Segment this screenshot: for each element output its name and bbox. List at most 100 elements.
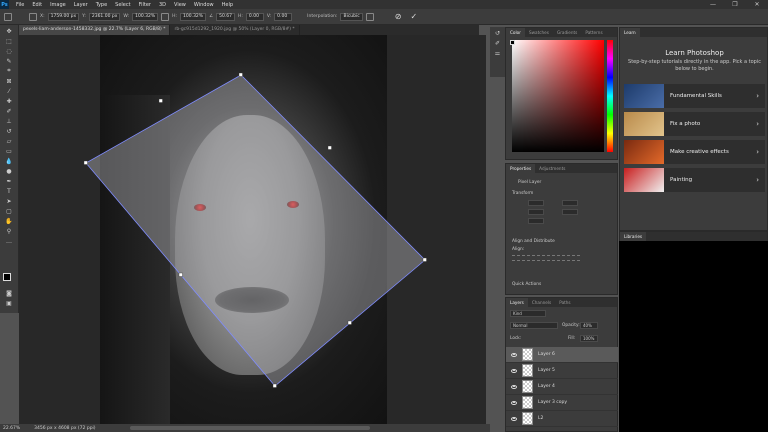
reference-point-icon[interactable] bbox=[29, 12, 37, 21]
move-tool-preset-icon[interactable] bbox=[4, 12, 12, 21]
zoom-level[interactable]: 22.67% bbox=[3, 426, 20, 431]
layer-row[interactable]: Layer 4 bbox=[506, 379, 618, 395]
learn-item-fundamental-skills[interactable]: Fundamental Skills › bbox=[624, 84, 765, 108]
layer-row[interactable]: Layer 5 bbox=[506, 363, 618, 379]
learn-item-fix-photo[interactable]: Fix a photo › bbox=[624, 112, 765, 136]
menu-edit[interactable]: Edit bbox=[28, 2, 46, 8]
angle-field[interactable]: 50.67 bbox=[216, 12, 236, 21]
eraser-icon[interactable]: ▱ bbox=[4, 137, 14, 145]
tab-properties[interactable]: Properties bbox=[506, 164, 536, 173]
healing-icon[interactable]: ✚ bbox=[4, 97, 14, 105]
hue-slider[interactable] bbox=[607, 40, 613, 152]
tab-gradients[interactable]: Gradients bbox=[553, 28, 581, 37]
tab-libraries[interactable]: Libraries bbox=[620, 232, 647, 241]
foreground-color-swatch[interactable] bbox=[3, 273, 11, 281]
horizontal-scrollbar[interactable] bbox=[130, 426, 370, 430]
tab-document-2[interactable]: rb-gc915d1292_1920.jpg @ 50% (Layer 0, R… bbox=[170, 25, 300, 35]
minimize-button[interactable]: — bbox=[702, 0, 724, 9]
transform-y-field[interactable] bbox=[562, 209, 578, 215]
move-icon[interactable]: ✥ bbox=[4, 27, 14, 35]
tab-swatches[interactable]: Swatches bbox=[525, 28, 553, 37]
menu-3d[interactable]: 3D bbox=[155, 2, 170, 8]
path-select-icon[interactable]: ➤ bbox=[4, 197, 14, 205]
vskew-field[interactable]: 0.00 bbox=[274, 12, 293, 21]
stamp-icon[interactable]: ⊥ bbox=[4, 117, 14, 125]
menu-window[interactable]: Window bbox=[190, 2, 218, 8]
eye-icon[interactable] bbox=[511, 416, 517, 421]
menu-image[interactable]: Image bbox=[46, 2, 70, 8]
eyedropper-icon[interactable]: ⁄ bbox=[4, 87, 14, 95]
maximize-button[interactable]: ❐ bbox=[724, 0, 746, 9]
menu-view[interactable]: View bbox=[170, 2, 190, 8]
menu-filter[interactable]: Filter bbox=[135, 2, 155, 8]
zoom-icon[interactable]: ⚲ bbox=[4, 227, 14, 235]
fg-color-chip[interactable] bbox=[510, 40, 515, 45]
marquee-icon[interactable]: ⬚ bbox=[4, 37, 14, 45]
quick-select-icon[interactable]: ✎ bbox=[4, 57, 14, 65]
history-icon[interactable]: ↺ bbox=[493, 29, 503, 37]
brush-icon[interactable]: ✐ bbox=[4, 107, 14, 115]
eye-icon[interactable] bbox=[511, 384, 517, 389]
layer-row[interactable]: L2 bbox=[506, 411, 618, 427]
quick-mask-icon[interactable]: ◙ bbox=[4, 289, 14, 297]
menu-file[interactable]: File bbox=[12, 2, 28, 8]
align-buttons[interactable] bbox=[512, 255, 580, 261]
tab-adjustments[interactable]: Adjustments bbox=[535, 164, 569, 173]
interpolation-select[interactable]: Bicubic bbox=[340, 12, 363, 21]
tab-patterns[interactable]: Patterns bbox=[581, 28, 606, 37]
learn-item-painting[interactable]: Painting › bbox=[624, 168, 765, 192]
shape-icon[interactable]: ▢ bbox=[4, 207, 14, 215]
pen-icon[interactable]: ✒ bbox=[4, 177, 14, 185]
learn-item-creative-effects[interactable]: Make creative effects › bbox=[624, 140, 765, 164]
gradient-icon[interactable]: ▭ bbox=[4, 147, 14, 155]
width-field[interactable]: 100.32% bbox=[132, 12, 159, 21]
blur-icon[interactable]: 💧 bbox=[4, 157, 14, 165]
align-heading[interactable]: Align and Distribute bbox=[512, 239, 555, 244]
tab-layers[interactable]: Layers bbox=[506, 298, 528, 307]
eye-icon[interactable] bbox=[511, 400, 517, 405]
type-icon[interactable]: T bbox=[4, 187, 14, 195]
menu-layer[interactable]: Layer bbox=[70, 2, 92, 8]
frame-icon[interactable]: ⊠ bbox=[4, 77, 14, 85]
brush-settings-icon[interactable]: ✐ bbox=[493, 39, 503, 47]
saturation-brightness-field[interactable] bbox=[512, 40, 604, 152]
transform-w-field[interactable] bbox=[528, 200, 544, 206]
transform-x-field[interactable] bbox=[528, 209, 544, 215]
tab-paths[interactable]: Paths bbox=[555, 298, 574, 307]
transform-bounding-box[interactable] bbox=[19, 35, 486, 424]
x-field[interactable]: 1759.00 px bbox=[47, 12, 80, 21]
tab-document-1[interactable]: pexels-liam-anderson-1458332.jpg @ 22.7%… bbox=[19, 25, 171, 35]
adjust-icon[interactable]: ⚌ bbox=[493, 49, 503, 57]
layer-row[interactable]: Layer 6 bbox=[506, 347, 618, 363]
menu-select[interactable]: Select bbox=[111, 2, 134, 8]
warp-icon[interactable] bbox=[365, 12, 374, 21]
close-button[interactable]: ✕ bbox=[746, 0, 768, 9]
cancel-transform-icon[interactable]: ⊘ bbox=[395, 12, 402, 21]
layer-filter-kind[interactable]: Kind bbox=[510, 310, 546, 317]
transform-angle-field[interactable] bbox=[528, 218, 544, 224]
commit-transform-icon[interactable]: ✓ bbox=[410, 12, 417, 21]
history-brush-icon[interactable]: ↺ bbox=[4, 127, 14, 135]
menu-help[interactable]: Help bbox=[218, 2, 237, 8]
lasso-icon[interactable]: ◌ bbox=[4, 47, 14, 55]
hskew-field[interactable]: 0.00 bbox=[245, 12, 264, 21]
eye-icon[interactable] bbox=[511, 352, 517, 357]
screen-mode-icon[interactable]: ▣ bbox=[4, 299, 14, 307]
more-tools-icon[interactable]: … bbox=[4, 237, 14, 245]
transform-heading[interactable]: Transform bbox=[512, 191, 533, 196]
link-icon[interactable] bbox=[161, 12, 170, 21]
canvas-area[interactable] bbox=[19, 35, 486, 424]
tab-channels[interactable]: Channels bbox=[528, 298, 555, 307]
height-field[interactable]: 100.32% bbox=[180, 12, 207, 21]
eye-icon[interactable] bbox=[511, 368, 517, 373]
y-field[interactable]: 2361.00 px bbox=[88, 12, 121, 21]
opacity-field[interactable]: 40% bbox=[580, 322, 598, 329]
crop-icon[interactable]: ⌗ bbox=[4, 67, 14, 75]
tab-color[interactable]: Color bbox=[506, 28, 525, 37]
dodge-icon[interactable]: ● bbox=[4, 167, 14, 175]
tab-learn[interactable]: Learn bbox=[620, 28, 640, 37]
hand-icon[interactable]: ✋ bbox=[4, 217, 14, 225]
quick-actions-heading[interactable]: Quick Actions bbox=[512, 282, 541, 287]
transform-h-field[interactable] bbox=[562, 200, 578, 206]
menu-type[interactable]: Type bbox=[92, 2, 111, 8]
